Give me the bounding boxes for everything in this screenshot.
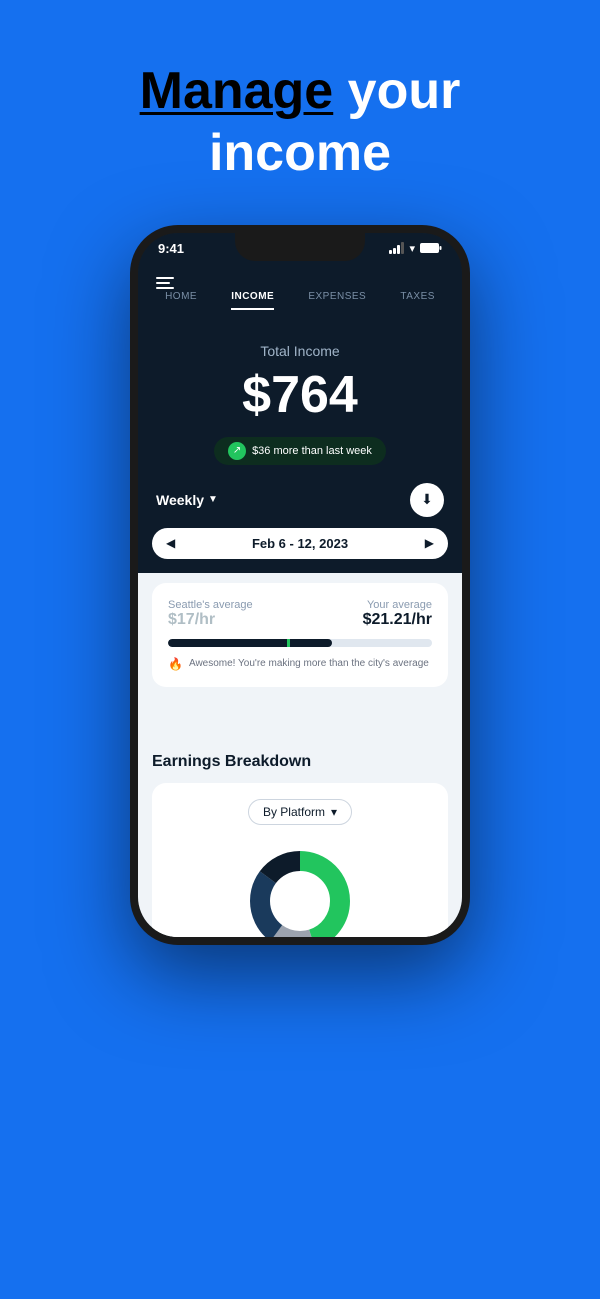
average-row: Seattle's average $17/hr Your average $2… <box>168 599 432 629</box>
platform-selector[interactable]: By Platform ▾ <box>248 799 352 825</box>
avg-tip-text: Awesome! You're making more than the cit… <box>189 658 429 669</box>
weekly-row: Weekly ▼ ⬇ <box>138 483 462 517</box>
date-bar: ◀ Feb 6 - 12, 2023 ▶ <box>152 528 448 559</box>
progress-track <box>168 639 432 647</box>
your-average-value: $21.21/hr <box>363 611 432 629</box>
download-icon: ⬇ <box>421 491 433 508</box>
platform-selector-label: By Platform <box>263 805 325 819</box>
date-range-text: Feb 6 - 12, 2023 <box>252 536 348 551</box>
city-average-section: Seattle's average $17/hr <box>168 599 253 629</box>
battery-icon <box>420 242 442 254</box>
volume-up-button <box>130 333 132 361</box>
hero-title-manage: Manage <box>140 62 334 120</box>
tab-income[interactable]: INCOME <box>231 291 274 310</box>
wifi-icon: ▾ <box>409 242 415 255</box>
phone-mockup: 9:41 ▾ <box>0 225 600 945</box>
average-card: Seattle's average $17/hr Your average $2… <box>152 583 448 687</box>
income-section: Total Income $764 ↗ $36 more than last w… <box>138 323 462 465</box>
donut-svg <box>240 841 360 937</box>
chevron-down-icon: ▼ <box>208 494 218 505</box>
tab-home[interactable]: HOME <box>165 291 197 310</box>
download-button[interactable]: ⬇ <box>410 483 444 517</box>
earnings-title: Earnings Breakdown <box>152 753 448 771</box>
hero-title-suffix: your <box>333 62 460 120</box>
income-badge: ↗ $36 more than last week <box>214 437 386 465</box>
earnings-card: By Platform ▾ <box>152 783 448 937</box>
prev-date-button[interactable]: ◀ <box>166 536 175 550</box>
flame-icon: 🔥 <box>168 657 183 671</box>
weekly-selector[interactable]: Weekly ▼ <box>156 492 218 508</box>
phone-screen: 9:41 ▾ <box>138 233 462 937</box>
city-average-value: $17/hr <box>168 611 253 629</box>
status-time: 9:41 <box>158 241 184 256</box>
income-label: Total Income <box>158 343 442 359</box>
tab-taxes[interactable]: TAXES <box>400 291 435 310</box>
earnings-section: Earnings Breakdown By Platform ▾ <box>152 753 448 937</box>
weekly-label: Weekly <box>156 492 204 508</box>
status-icons: ▾ <box>389 242 442 255</box>
donut-chart <box>240 841 360 937</box>
income-amount: $764 <box>158 365 442 425</box>
badge-arrow-icon: ↗ <box>228 442 246 460</box>
signal-icon <box>389 242 404 254</box>
next-date-button[interactable]: ▶ <box>425 536 434 550</box>
badge-text: $36 more than last week <box>252 445 372 457</box>
your-average-section: Your average $21.21/hr <box>363 599 432 629</box>
phone-notch <box>235 233 365 261</box>
progress-fill <box>168 639 332 647</box>
phone-frame: 9:41 ▾ <box>130 225 470 945</box>
platform-chevron-icon: ▾ <box>331 805 337 819</box>
nav-tabs: HOME INCOME EXPENSES TAXES <box>138 291 462 310</box>
progress-marker <box>287 639 290 647</box>
hero-section: Manage your income <box>0 0 600 225</box>
your-average-label: Your average <box>363 599 432 611</box>
hamburger-menu[interactable] <box>156 277 174 289</box>
volume-down-button <box>130 368 132 408</box>
hero-title: Manage your income <box>0 60 600 185</box>
hero-title-income: income <box>209 124 391 182</box>
city-average-label: Seattle's average <box>168 599 253 611</box>
power-button <box>468 353 470 405</box>
average-tip: 🔥 Awesome! You're making more than the c… <box>168 657 432 671</box>
tab-expenses[interactable]: EXPENSES <box>308 291 366 310</box>
